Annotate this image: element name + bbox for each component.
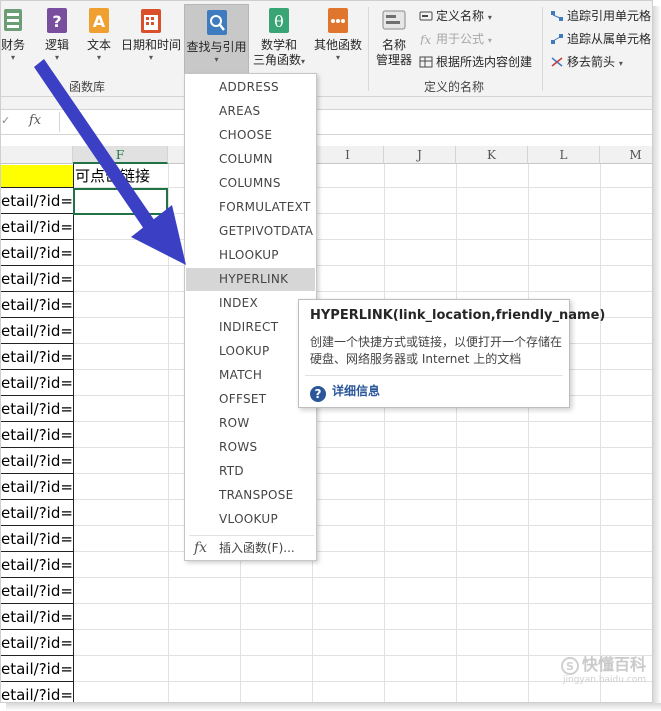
watermark-s-icon: S <box>561 657 579 675</box>
annotation-arrow <box>34 59 186 265</box>
arrow-shaft <box>34 59 159 235</box>
excel-window: 财务 ▾ ? 逻辑 ▾ A 文本 ▾ 日期和时间 ▾ 查找与引用 ▾ θ 数学和… <box>0 0 653 703</box>
watermark-text: 快懂百科 <box>582 655 647 674</box>
window-shadow <box>653 6 661 711</box>
watermark-url: jingyan.baidu.com <box>563 675 647 685</box>
watermark-logo: S 快懂百科 <box>561 651 646 675</box>
window-shadow <box>6 703 661 711</box>
